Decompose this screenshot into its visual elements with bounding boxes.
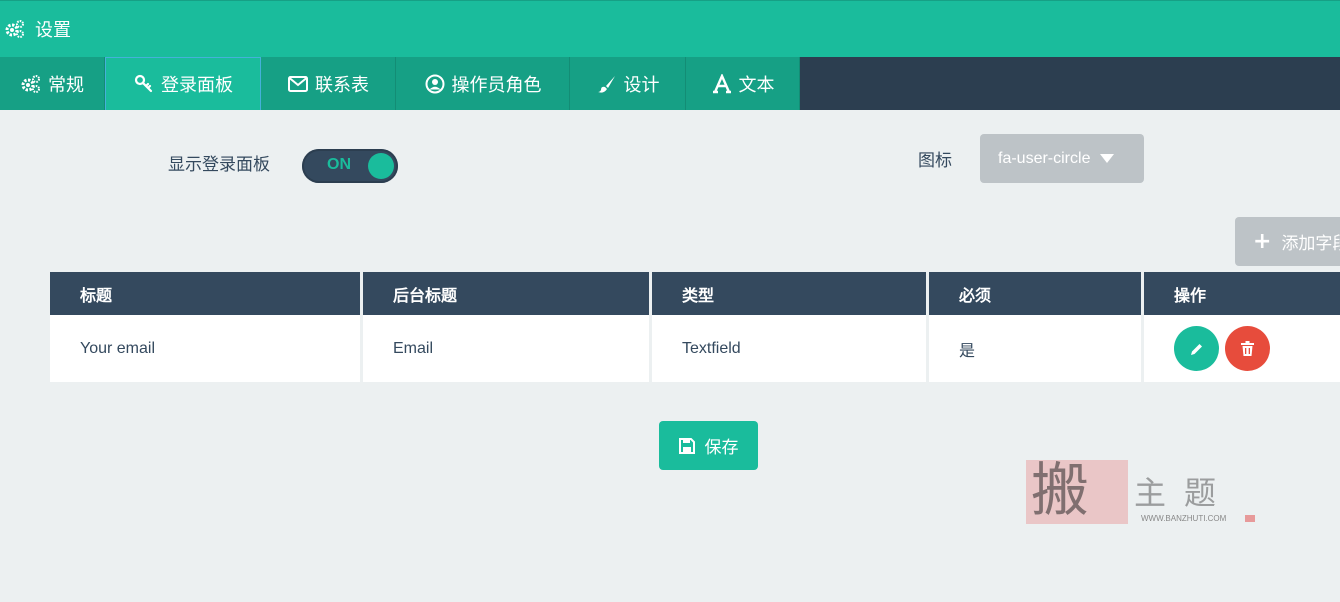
- icon-select[interactable]: fa-user-circle: [980, 134, 1144, 183]
- page-title: 设置: [35, 20, 71, 41]
- tab-contact-form[interactable]: 联系表: [261, 57, 396, 110]
- toggle-knob: [368, 153, 394, 179]
- tab-text[interactable]: 文本: [686, 57, 800, 110]
- settings-header: 设置: [0, 0, 1340, 57]
- watermark: 搬 主题 WWW.BANZHUTI.COM: [1026, 458, 1258, 528]
- font-icon: [711, 73, 733, 95]
- caret-down-icon: [1100, 154, 1115, 163]
- edit-field-button[interactable]: [1174, 326, 1219, 371]
- trash-icon: [1241, 341, 1254, 356]
- column-header-actions: 操作: [1174, 285, 1207, 305]
- delete-field-button[interactable]: [1225, 326, 1270, 371]
- column-header-type: 类型: [652, 272, 929, 315]
- watermark-text: 主题: [1134, 474, 1235, 512]
- show-login-panel-label: 显示登录面板: [168, 155, 270, 175]
- toggle-state: ON: [327, 156, 351, 173]
- add-field-label: 添加字段: [1281, 234, 1340, 254]
- settings-tabs: 常规 登录面板 联系表 操作员角色 设计 文本: [0, 57, 1340, 110]
- fields-table: 标题 后台标题 类型 必须 操作 Your email Email Textfi…: [50, 272, 1340, 382]
- cell-type: Textfield: [652, 315, 929, 382]
- watermark-url: WWW.BANZHUTI.COM: [1141, 514, 1227, 523]
- save-label: 保存: [704, 438, 739, 458]
- add-field-button[interactable]: + 添加字段: [1235, 217, 1340, 266]
- save-button[interactable]: 保存: [659, 421, 758, 470]
- paint-brush-icon: [596, 73, 618, 95]
- tab-label: 登录面板: [161, 75, 233, 96]
- cell-title: Your email: [50, 315, 363, 382]
- tab-label: 联系表: [315, 74, 369, 96]
- column-header-title: 标题: [50, 272, 363, 315]
- tab-design[interactable]: 设计: [570, 57, 686, 110]
- tab-label: 文本: [738, 74, 775, 96]
- column-header-required: 必须: [929, 272, 1144, 315]
- envelope-icon: [287, 73, 309, 95]
- tab-label: 设计: [623, 74, 660, 96]
- watermark-mark: [1245, 515, 1255, 522]
- table-header: 标题 后台标题 类型 必须 操作: [50, 272, 1340, 315]
- user-circle-icon: [424, 73, 446, 95]
- show-login-panel-toggle[interactable]: ON: [302, 149, 398, 183]
- tab-general[interactable]: 常规: [0, 57, 105, 110]
- cell-actions: [1144, 315, 1340, 382]
- plus-icon: +: [1253, 228, 1272, 254]
- tab-label: 常规: [48, 74, 84, 96]
- cell-backend-title: Email: [363, 315, 652, 382]
- pencil-icon: [1190, 343, 1202, 355]
- gears-icon: [20, 73, 42, 95]
- icon-select-value: fa-user-circle: [998, 149, 1091, 167]
- tab-label: 操作员角色: [451, 74, 542, 96]
- table-row: Your email Email Textfield 是: [50, 315, 1340, 382]
- tab-operator-roles[interactable]: 操作员角色: [396, 57, 570, 110]
- gears-icon: [4, 18, 26, 40]
- icon-label: 图标: [918, 151, 952, 171]
- column-header-backend-title: 后台标题: [363, 272, 652, 315]
- floppy-disk-icon: [678, 437, 695, 454]
- watermark-big-char: 搬: [1031, 456, 1090, 524]
- key-icon: [133, 73, 155, 95]
- tab-login-panel[interactable]: 登录面板: [105, 57, 261, 110]
- cell-required: 是: [929, 315, 1144, 382]
